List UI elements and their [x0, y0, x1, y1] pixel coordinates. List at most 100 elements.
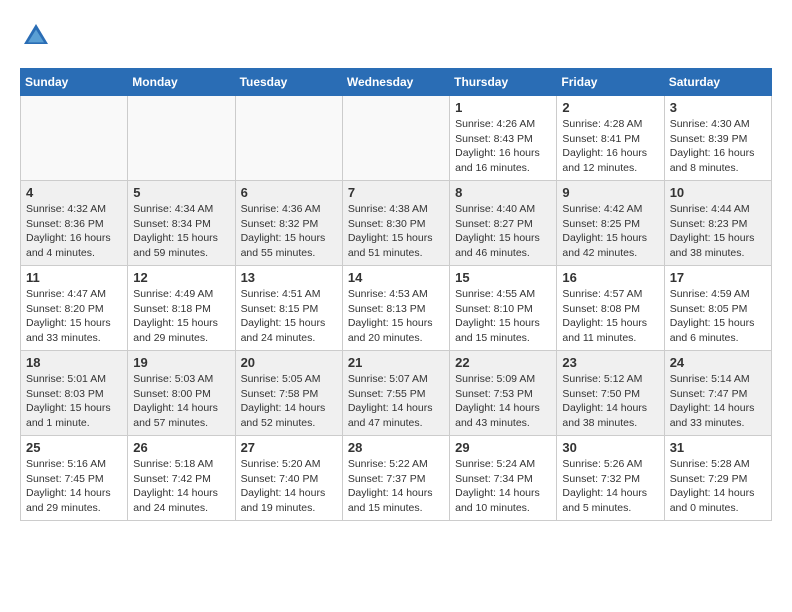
day-info: Sunrise: 4:49 AM Sunset: 8:18 PM Dayligh…	[133, 287, 229, 346]
calendar-cell: 11Sunrise: 4:47 AM Sunset: 8:20 PM Dayli…	[21, 266, 128, 351]
day-number: 29	[455, 440, 551, 455]
calendar-cell: 23 Sunrise: 5:12 AM Sunset: 7:50 PM Dayli…	[557, 351, 664, 436]
day-header-saturday: Saturday	[664, 69, 771, 96]
day-number: 5	[133, 185, 229, 200]
calendar-cell: 21 Sunrise: 5:07 AM Sunset: 7:55 PM Dayli…	[342, 351, 449, 436]
calendar-cell: 16 Sunrise: 4:57 AM Sunset: 8:08 PM Dayli…	[557, 266, 664, 351]
calendar-cell: 28 Sunrise: 5:22 AM Sunset: 7:37 PM Dayli…	[342, 436, 449, 521]
calendar-cell: 17 Sunrise: 4:59 AM Sunset: 8:05 PM Dayli…	[664, 266, 771, 351]
day-info: Sunrise: 5:28 AM Sunset: 7:29 PM Dayligh…	[670, 457, 766, 516]
calendar-cell: 4 Sunrise: 4:32 AM Sunset: 8:36 PM Daylig…	[21, 181, 128, 266]
day-number: 18	[26, 355, 122, 370]
day-number: 21	[348, 355, 444, 370]
day-info: Sunrise: 4:55 AM Sunset: 8:10 PM Dayligh…	[455, 287, 551, 346]
day-info: Sunrise: 5:12 AM Sunset: 7:50 PM Dayligh…	[562, 372, 658, 431]
calendar-cell: 14 Sunrise: 4:53 AM Sunset: 8:13 PM Dayli…	[342, 266, 449, 351]
day-info: Sunrise: 5:05 AM Sunset: 7:58 PM Dayligh…	[241, 372, 337, 431]
calendar-cell: 25 Sunrise: 5:16 AM Sunset: 7:45 PM Dayli…	[21, 436, 128, 521]
day-number: 16	[562, 270, 658, 285]
day-header-sunday: Sunday	[21, 69, 128, 96]
day-number: 9	[562, 185, 658, 200]
calendar-cell: 29 Sunrise: 5:24 AM Sunset: 7:34 PM Dayli…	[450, 436, 557, 521]
week-row-2: 4 Sunrise: 4:32 AM Sunset: 8:36 PM Daylig…	[21, 181, 772, 266]
day-info: Sunrise: 5:14 AM Sunset: 7:47 PM Dayligh…	[670, 372, 766, 431]
day-number: 20	[241, 355, 337, 370]
day-number: 22	[455, 355, 551, 370]
day-info: Sunrise: 5:01 AM Sunset: 8:03 PM Dayligh…	[26, 372, 122, 431]
day-number: 25	[26, 440, 122, 455]
calendar-cell: 27 Sunrise: 5:20 AM Sunset: 7:40 PM Dayli…	[235, 436, 342, 521]
day-info: Sunrise: 4:47 AM Sunset: 8:20 PM Dayligh…	[26, 287, 122, 346]
day-info: Sunrise: 5:20 AM Sunset: 7:40 PM Dayligh…	[241, 457, 337, 516]
week-row-3: 11Sunrise: 4:47 AM Sunset: 8:20 PM Dayli…	[21, 266, 772, 351]
day-number: 27	[241, 440, 337, 455]
calendar-cell: 2 Sunrise: 4:28 AM Sunset: 8:41 PM Daylig…	[557, 96, 664, 181]
day-header-friday: Friday	[557, 69, 664, 96]
day-info: Sunrise: 4:42 AM Sunset: 8:25 PM Dayligh…	[562, 202, 658, 261]
day-number: 1	[455, 100, 551, 115]
logo-icon	[20, 20, 52, 52]
day-info: Sunrise: 5:24 AM Sunset: 7:34 PM Dayligh…	[455, 457, 551, 516]
logo	[20, 20, 56, 52]
calendar-cell: 30 Sunrise: 5:26 AM Sunset: 7:32 PM Dayli…	[557, 436, 664, 521]
day-info: Sunrise: 4:38 AM Sunset: 8:30 PM Dayligh…	[348, 202, 444, 261]
calendar-cell: 6 Sunrise: 4:36 AM Sunset: 8:32 PM Daylig…	[235, 181, 342, 266]
day-info: Sunrise: 5:07 AM Sunset: 7:55 PM Dayligh…	[348, 372, 444, 431]
day-number: 6	[241, 185, 337, 200]
day-info: Sunrise: 5:22 AM Sunset: 7:37 PM Dayligh…	[348, 457, 444, 516]
day-info: Sunrise: 4:34 AM Sunset: 8:34 PM Dayligh…	[133, 202, 229, 261]
day-number: 23	[562, 355, 658, 370]
calendar-cell: 18 Sunrise: 5:01 AM Sunset: 8:03 PM Dayli…	[21, 351, 128, 436]
day-number: 15	[455, 270, 551, 285]
day-number: 2	[562, 100, 658, 115]
day-number: 24	[670, 355, 766, 370]
day-number: 14	[348, 270, 444, 285]
day-info: Sunrise: 5:16 AM Sunset: 7:45 PM Dayligh…	[26, 457, 122, 516]
calendar-cell: 19Sunrise: 5:03 AM Sunset: 8:00 PM Dayli…	[128, 351, 235, 436]
day-info: Sunrise: 4:57 AM Sunset: 8:08 PM Dayligh…	[562, 287, 658, 346]
day-number: 7	[348, 185, 444, 200]
day-info: Sunrise: 5:09 AM Sunset: 7:53 PM Dayligh…	[455, 372, 551, 431]
calendar-cell: 31Sunrise: 5:28 AM Sunset: 7:29 PM Dayli…	[664, 436, 771, 521]
day-info: Sunrise: 4:30 AM Sunset: 8:39 PM Dayligh…	[670, 117, 766, 176]
day-number: 10	[670, 185, 766, 200]
day-header-wednesday: Wednesday	[342, 69, 449, 96]
day-info: Sunrise: 4:59 AM Sunset: 8:05 PM Dayligh…	[670, 287, 766, 346]
day-number: 28	[348, 440, 444, 455]
calendar-cell: 7 Sunrise: 4:38 AM Sunset: 8:30 PM Daylig…	[342, 181, 449, 266]
day-number: 19	[133, 355, 229, 370]
day-header-monday: Monday	[128, 69, 235, 96]
calendar-cell	[235, 96, 342, 181]
days-header-row: SundayMondayTuesdayWednesdayThursdayFrid…	[21, 69, 772, 96]
calendar-cell: 8 Sunrise: 4:40 AM Sunset: 8:27 PM Daylig…	[450, 181, 557, 266]
day-number: 17	[670, 270, 766, 285]
calendar-cell: 12 Sunrise: 4:49 AM Sunset: 8:18 PM Dayli…	[128, 266, 235, 351]
day-number: 4	[26, 185, 122, 200]
day-info: Sunrise: 4:40 AM Sunset: 8:27 PM Dayligh…	[455, 202, 551, 261]
day-info: Sunrise: 4:32 AM Sunset: 8:36 PM Dayligh…	[26, 202, 122, 261]
day-number: 3	[670, 100, 766, 115]
day-info: Sunrise: 5:26 AM Sunset: 7:32 PM Dayligh…	[562, 457, 658, 516]
calendar-cell: 20 Sunrise: 5:05 AM Sunset: 7:58 PM Dayli…	[235, 351, 342, 436]
calendar-cell: 26Sunrise: 5:18 AM Sunset: 7:42 PM Dayli…	[128, 436, 235, 521]
day-header-thursday: Thursday	[450, 69, 557, 96]
day-info: Sunrise: 4:53 AM Sunset: 8:13 PM Dayligh…	[348, 287, 444, 346]
calendar-cell: 5 Sunrise: 4:34 AM Sunset: 8:34 PM Daylig…	[128, 181, 235, 266]
day-info: Sunrise: 4:36 AM Sunset: 8:32 PM Dayligh…	[241, 202, 337, 261]
day-info: Sunrise: 4:28 AM Sunset: 8:41 PM Dayligh…	[562, 117, 658, 176]
day-info: Sunrise: 4:51 AM Sunset: 8:15 PM Dayligh…	[241, 287, 337, 346]
calendar-cell	[128, 96, 235, 181]
calendar-table: SundayMondayTuesdayWednesdayThursdayFrid…	[20, 68, 772, 521]
week-row-5: 25 Sunrise: 5:16 AM Sunset: 7:45 PM Dayli…	[21, 436, 772, 521]
day-number: 12	[133, 270, 229, 285]
calendar-cell: 1 Sunrise: 4:26 AM Sunset: 8:43 PM Daylig…	[450, 96, 557, 181]
calendar-cell: 22 Sunrise: 5:09 AM Sunset: 7:53 PM Dayli…	[450, 351, 557, 436]
week-row-4: 18 Sunrise: 5:01 AM Sunset: 8:03 PM Dayli…	[21, 351, 772, 436]
page-header	[20, 20, 772, 52]
day-number: 30	[562, 440, 658, 455]
day-info: Sunrise: 4:26 AM Sunset: 8:43 PM Dayligh…	[455, 117, 551, 176]
day-number: 13	[241, 270, 337, 285]
day-header-tuesday: Tuesday	[235, 69, 342, 96]
day-number: 8	[455, 185, 551, 200]
day-info: Sunrise: 5:18 AM Sunset: 7:42 PM Dayligh…	[133, 457, 229, 516]
